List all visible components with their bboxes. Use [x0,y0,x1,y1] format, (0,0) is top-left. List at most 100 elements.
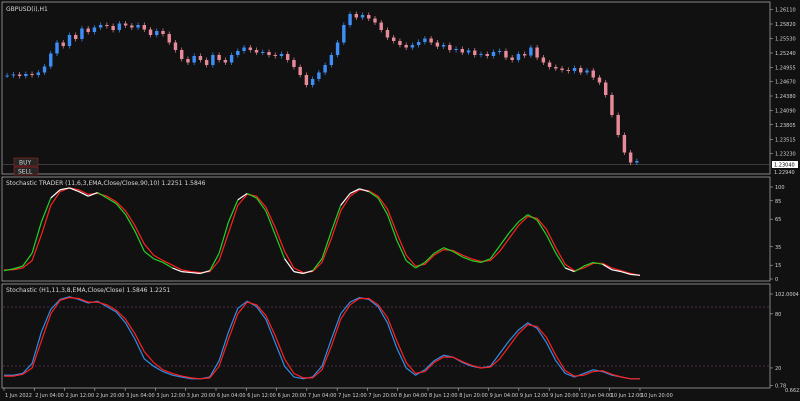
time-tick-label: 9 Jun 20:00 [550,393,579,399]
candle-body [211,55,215,65]
candle-body [229,55,234,63]
candle-body [86,28,90,32]
candle-body [572,68,577,71]
stoch2-plot-area[interactable] [1,283,771,389]
candle-body [497,51,502,52]
candle-body [473,50,477,55]
stoch2-tick-label: 20 [775,366,781,372]
stoch1-tick-label: 15 [775,263,781,269]
candle-body [529,47,533,56]
time-tick-label: 7 Jun 12:00 [338,393,367,399]
prev-price-label: 1.22940 [774,170,795,176]
candle-body [204,60,209,65]
candle-body [522,54,527,56]
candle-body [391,37,396,41]
time-tick-label: 3 Jun 04:00 [126,393,155,399]
time-tick-label: 6 Jun 12:00 [247,393,276,399]
candle-body [192,56,196,63]
stoch1-tick-label: 0 [775,277,778,283]
candle-body [504,51,508,58]
candle-body [49,53,53,67]
time-tick-label: 2 Jun 20:00 [96,393,125,399]
candle-body [130,25,134,28]
stoch2-label: Stochastic (H1,11,3,8,EMA,Close/Close) 1… [6,287,171,294]
candle-body [148,29,153,35]
price-tick-label: 1.24670 [775,80,796,86]
candle-body [466,50,471,53]
candle-body [42,66,47,73]
candle-body [410,45,415,48]
time-tick-label: 10 Jun 04:00 [580,393,612,399]
candle-body [105,25,109,26]
candle-body [591,70,595,78]
price-tick-label: 1.23230 [775,152,796,158]
candle-body [142,25,147,30]
candle-body [179,50,184,59]
time-tick-label: 2 Jun 12:00 [66,393,95,399]
time-tick-label: 8 Jun 20:00 [459,393,488,399]
buy-button[interactable]: BUY [19,160,32,167]
candle-body [635,161,639,163]
stoch2-tick-label: 80 [775,312,781,318]
candle-body [155,31,159,35]
trading-chart[interactable]: GBPUSD(i),H1 1.26110 1.25820 1.25530 1.2524… [0,0,800,401]
candle-body [566,70,571,71]
stoch1-tick-label: 35 [775,245,781,251]
candle-body [198,56,203,60]
candle-body [261,52,265,53]
candle-body [404,45,408,48]
price-tick-label: 1.26110 [775,8,796,14]
time-tick-label: 2 Jun 04:00 [35,393,64,399]
candle-body [454,49,458,50]
candle-body [547,62,552,67]
candle-body [223,60,228,63]
trade-buttons[interactable]: BUY SELL [13,157,39,176]
candle-body [273,55,277,56]
candle-body [429,38,433,43]
sell-button[interactable]: SELL [18,169,33,176]
stoch2-bottom-label: 0.6622 [785,388,800,394]
time-tick-label: 3 Jun 20:00 [187,393,216,399]
time-tick-label: 8 Jun 12:00 [429,393,458,399]
candle-body [379,22,383,30]
candle-body [354,14,359,18]
candle-body [460,49,465,53]
candle-body [161,31,165,34]
price-tick-label: 1.23805 [775,123,796,129]
candle-body [254,50,259,53]
price-tick-label: 1.25820 [775,22,796,28]
candle-body [541,57,546,63]
time-tick-label: 7 Jun 04:00 [308,393,337,399]
candle-body [373,18,377,23]
stoch1-tick-label: 65 [775,217,781,223]
candle-body [554,67,558,69]
candle-body [61,42,65,46]
candle-body [298,67,302,75]
stoch1-plot-area[interactable] [1,176,771,282]
price-plot-area[interactable] [1,1,771,175]
time-tick-label: 9 Jun 04:00 [490,393,519,399]
candle-body [92,27,97,32]
candle-body [603,82,608,95]
candle-body [173,42,178,50]
candle-body [367,15,371,19]
candle-body [616,115,620,135]
candle-body [385,30,390,38]
price-tick-label: 1.25240 [775,51,796,57]
candle-body [485,54,489,56]
stochastic-panel-2[interactable]: Stochastic (H1,11,3,8,EMA,Close/Close) 1… [1,283,800,394]
candle-body [117,23,122,30]
candle-body [55,42,59,54]
time-tick-label: 10 Jun 12:00 [611,393,643,399]
candle-body [11,74,16,76]
candle-body [510,57,514,60]
stochastic-panel-1[interactable]: Stochastic TRADER (11,6,3,EMA,Close/Clos… [1,176,785,283]
candle-body [597,77,602,83]
candle-body [111,26,115,30]
candle-body [416,42,421,45]
candle-body [267,52,271,55]
stoch2-tick-label: 102.0004 [775,292,799,298]
price-panel[interactable]: GBPUSD(i),H1 1.26110 1.25820 1.25530 1.2524… [1,1,798,176]
candle-body [323,65,327,73]
price-tick-label: 1.24380 [775,94,796,100]
